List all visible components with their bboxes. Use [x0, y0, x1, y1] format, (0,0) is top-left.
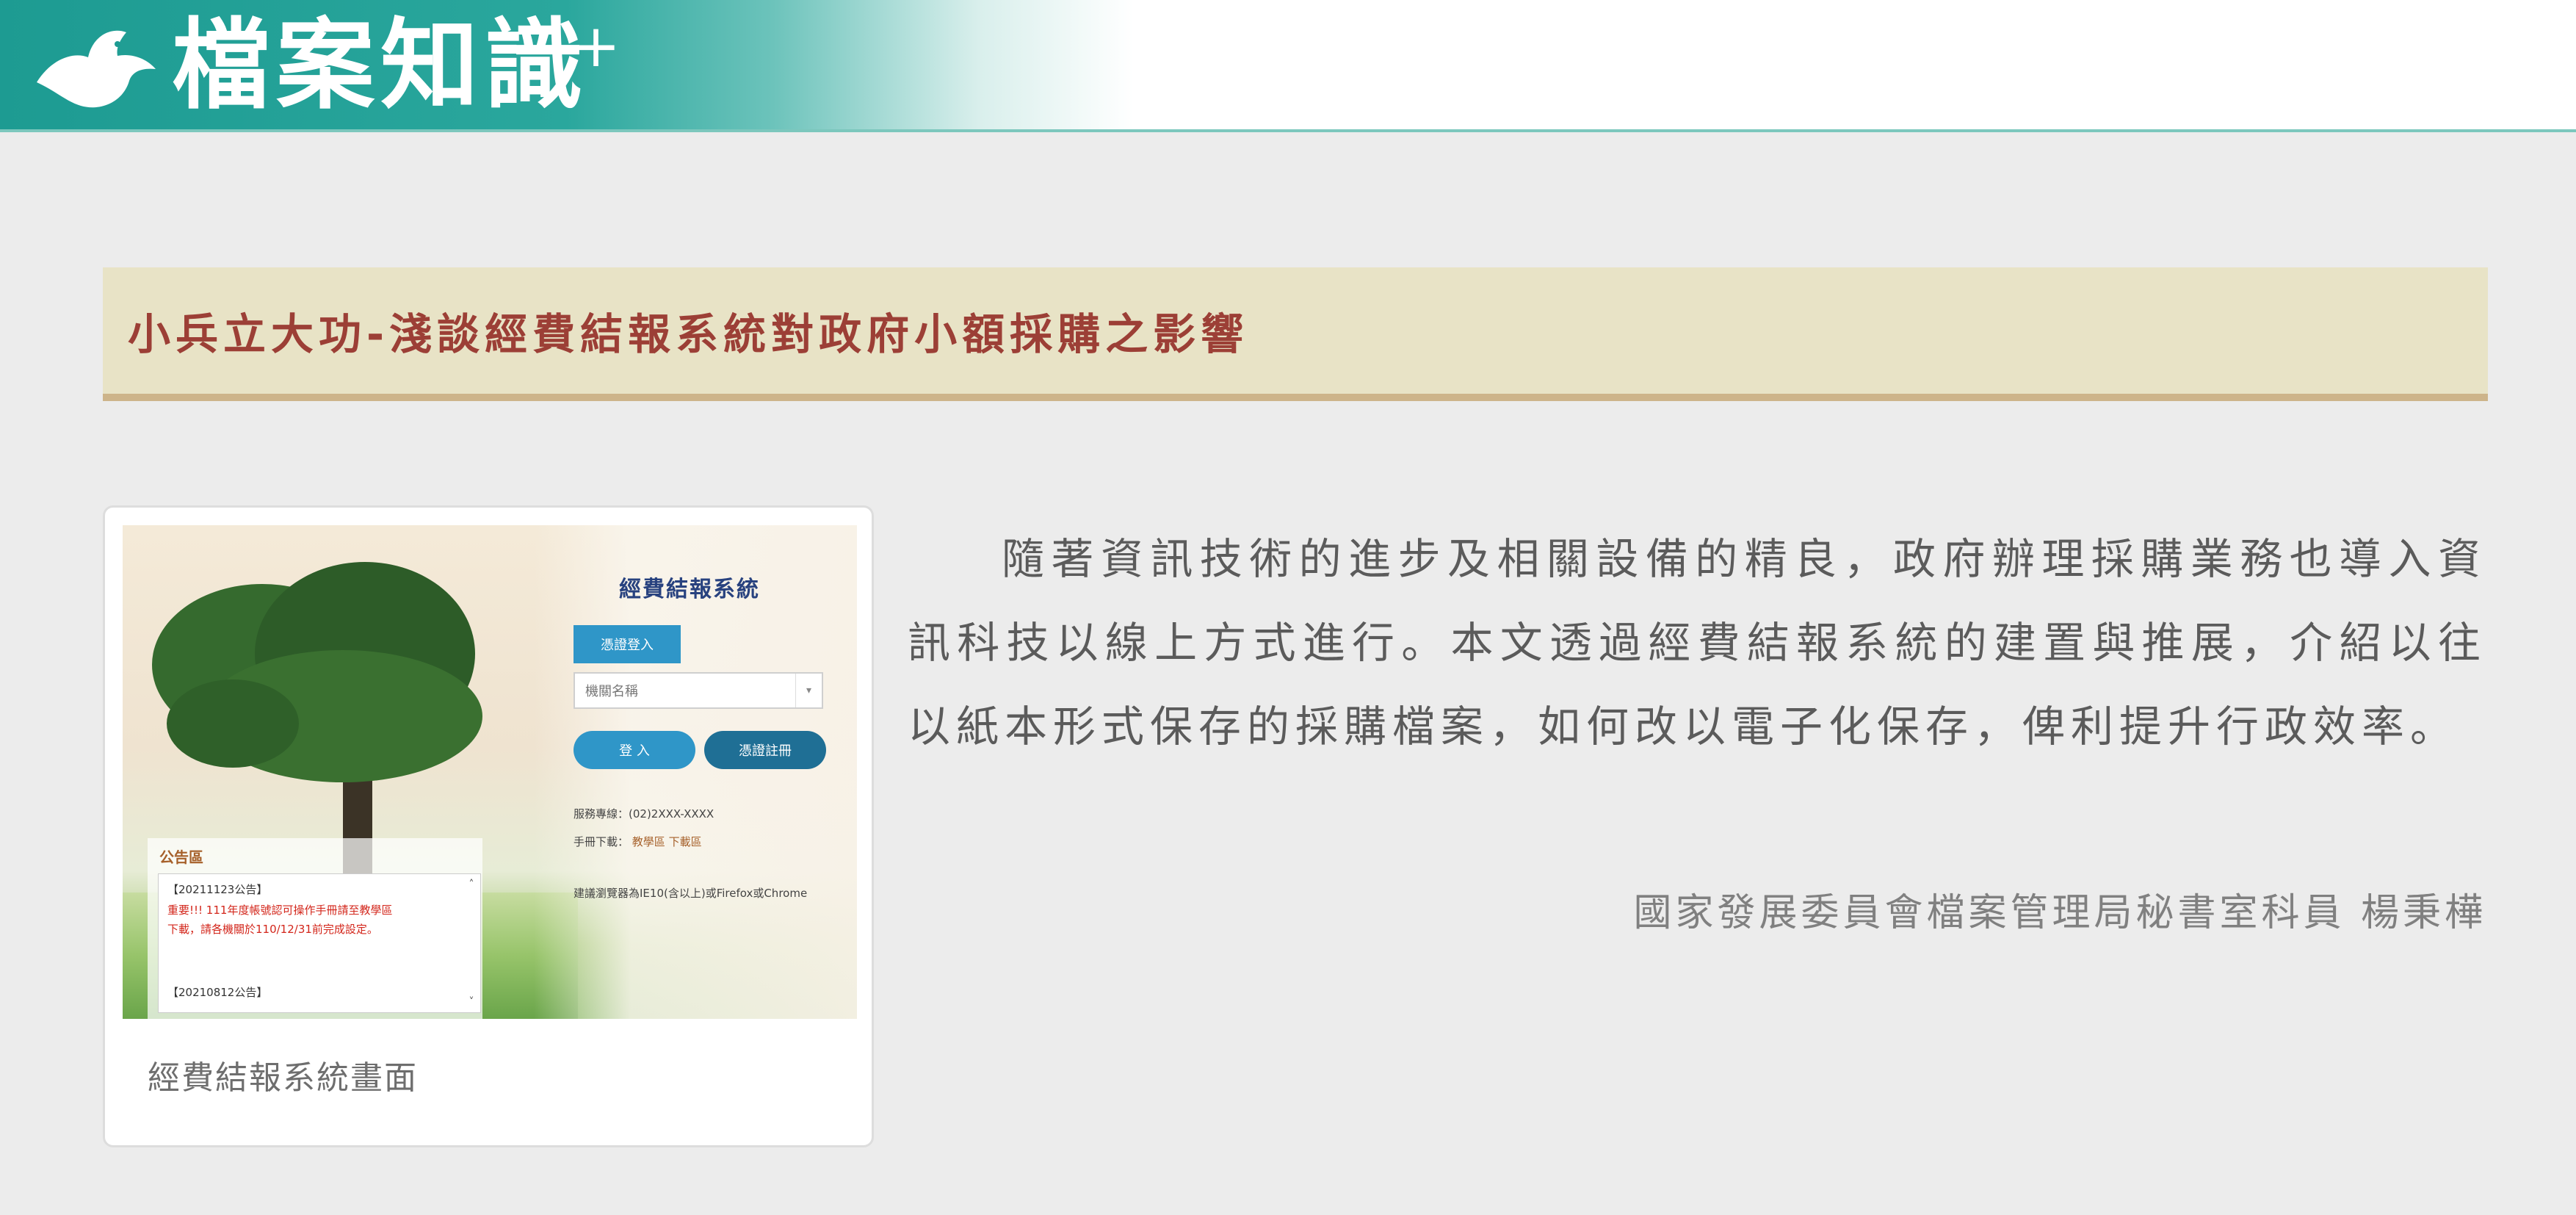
figure-card: 經費結報系統 憑證登入 機關名稱 ▾ 登 入 憑證註冊 服務專線：(02)2XX… — [103, 505, 874, 1147]
notice-line: 下載，請各機關於110/12/31前完成設定。 — [167, 923, 378, 936]
site-header: 檔案知識 + — [0, 0, 2576, 132]
figure-caption: 經費結報系統畫面 — [148, 1059, 418, 1097]
notice-board: 公告區 【20211123公告】 重要!!! 111年度帳號認可操作手冊請至教學… — [148, 838, 482, 1019]
bird-logo-icon[interactable] — [29, 15, 162, 118]
tree-crown — [167, 679, 299, 768]
notice-line: 重要!!! 111年度帳號認可操作手冊請至教學區 — [167, 904, 393, 917]
browser-note: 建議瀏覽器為IE10(含以上)或Firefox或Chrome — [574, 887, 808, 900]
certificate-login-tab: 憑證登入 — [574, 625, 681, 663]
manual-download: 手冊下載： 教學區 下載區 — [574, 834, 702, 849]
agency-select: 機關名稱 ▾ — [574, 672, 823, 709]
notice-list: 【20211123公告】 重要!!! 111年度帳號認可操作手冊請至教學區 下載… — [158, 873, 481, 1013]
notice-scrollbar: ˄ ˅ — [464, 879, 479, 1008]
chevron-up-icon: ˄ — [468, 879, 474, 890]
contact-line: 服務專線：(02)2XXX-XXXX — [574, 807, 714, 821]
agency-select-placeholder: 機關名稱 — [585, 684, 638, 699]
notice-line: 【20210812公告】 — [167, 986, 268, 999]
system-title: 經費結報系統 — [619, 577, 760, 602]
article-body: 隨著資訊技術的進步及相關設備的精良，政府辦理採購業務也導入資訊科技以線上方式進行… — [908, 534, 2486, 751]
article-author: 國家發展委員會檔案管理局秘書室科員 楊秉樺 — [1633, 891, 2486, 935]
figure-image[interactable]: 經費結報系統 憑證登入 機關名稱 ▾ 登 入 憑證註冊 服務專線：(02)2XX… — [123, 525, 857, 1019]
manual-label: 手冊下載： — [574, 835, 629, 848]
notice-title: 公告區 — [159, 848, 203, 866]
manual-links: 教學區 下載區 — [632, 835, 702, 848]
article-title-bar: 小兵立大功-淺談經費結報系統對政府小額採購之影響 — [103, 267, 2488, 401]
chevron-down-icon: ▾ — [795, 674, 822, 707]
chevron-down-icon: ˅ — [468, 996, 474, 1008]
site-title[interactable]: 檔案知識 — [172, 10, 589, 120]
site-title-plus: + — [571, 12, 621, 80]
notice-line: 【20211123公告】 — [167, 883, 268, 896]
login-button: 登 入 — [574, 731, 695, 769]
register-button: 憑證註冊 — [704, 731, 826, 769]
article-title: 小兵立大功-淺談經費結報系統對政府小額採購之影響 — [128, 309, 1249, 359]
